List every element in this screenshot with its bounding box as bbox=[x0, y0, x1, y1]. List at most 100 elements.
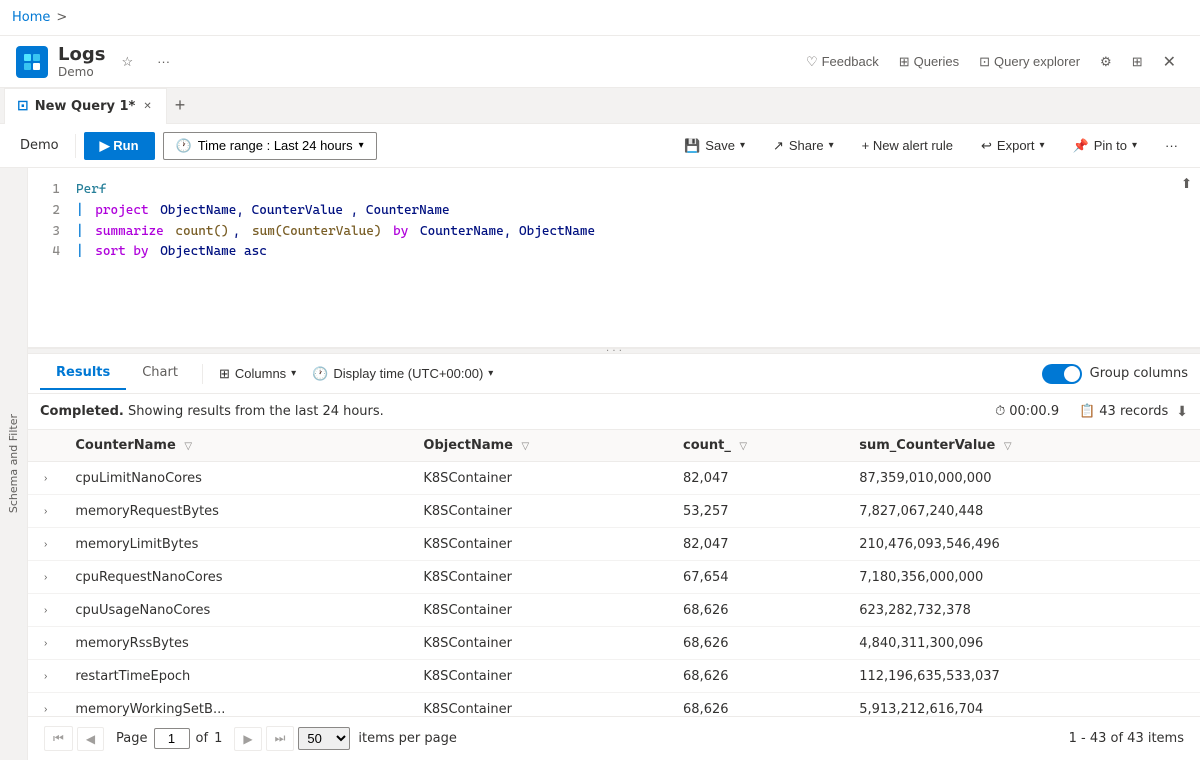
cell-sum-counter-value: 7,827,067,240,448 bbox=[847, 495, 1200, 528]
share-button[interactable]: ↗ Share ▾ bbox=[763, 133, 844, 159]
group-columns-label: Group columns bbox=[1090, 366, 1188, 381]
export-label: Export bbox=[997, 138, 1035, 153]
table-row: › memoryRequestBytes K8SContainer 53,257… bbox=[28, 495, 1200, 528]
per-page-select[interactable]: 50 100 200 bbox=[298, 727, 350, 750]
header-icons: ☆ ··· bbox=[113, 50, 178, 74]
expand-row-button[interactable]: › bbox=[40, 603, 51, 618]
tab-label: New Query 1* bbox=[35, 99, 136, 114]
status-time: ⏱ 00:00.9 bbox=[995, 404, 1059, 419]
new-alert-label: + New alert rule bbox=[862, 138, 953, 153]
queries-button[interactable]: ⊞ Queries bbox=[891, 50, 967, 74]
results-table: CounterName ▽ ObjectName ▽ count_ ▽ bbox=[28, 430, 1200, 716]
tab-chart[interactable]: Chart bbox=[126, 357, 194, 390]
tab-close-button[interactable]: ✕ bbox=[141, 99, 153, 114]
expand-row-button[interactable]: › bbox=[40, 537, 51, 552]
app-header: Logs Demo ☆ ··· ♡ Feedback ⊞ Queries ⊡ Q… bbox=[0, 36, 1200, 88]
export-button[interactable]: ↩ Export ▾ bbox=[971, 133, 1055, 159]
object-name-filter-icon[interactable]: ▽ bbox=[522, 441, 530, 452]
share-chevron-icon: ▾ bbox=[829, 140, 834, 151]
table-row: › memoryRssBytes K8SContainer 68,626 4,8… bbox=[28, 627, 1200, 660]
last-page-button[interactable]: ⏭ bbox=[266, 726, 295, 751]
expand-row-button[interactable]: › bbox=[40, 471, 51, 486]
add-tab-button[interactable]: + bbox=[167, 91, 194, 120]
cell-count: 82,047 bbox=[671, 528, 847, 561]
queries-icon: ⊞ bbox=[899, 54, 910, 70]
cell-sum-counter-value: 112,196,635,533,037 bbox=[847, 660, 1200, 693]
line-num-3: 3 bbox=[28, 222, 60, 243]
th-count: count_ ▽ bbox=[671, 430, 847, 462]
expand-results-button[interactable]: ⬇ bbox=[1176, 403, 1188, 420]
share-icon: ↗ bbox=[773, 138, 784, 154]
first-page-button[interactable]: ⏮ bbox=[44, 726, 73, 751]
query-explorer-label: Query explorer bbox=[994, 54, 1080, 69]
sum-filter-icon[interactable]: ▽ bbox=[1004, 441, 1012, 452]
cell-object-name: K8SContainer bbox=[411, 594, 671, 627]
group-columns-toggle[interactable] bbox=[1042, 364, 1082, 384]
query-explorer-icon: ⊡ bbox=[979, 54, 990, 70]
count-filter-icon[interactable]: ▽ bbox=[739, 441, 747, 452]
pin-to-button[interactable]: 📌 Pin to ▾ bbox=[1063, 133, 1147, 159]
columns-button[interactable]: ⊞ Columns ▾ bbox=[211, 362, 304, 386]
status-completed-text: Completed. bbox=[40, 404, 124, 419]
pin-icon: 📌 bbox=[1073, 138, 1089, 154]
app-title-area: Logs Demo bbox=[58, 44, 105, 80]
prev-page-button[interactable]: ◀ bbox=[77, 727, 104, 751]
cell-sum-counter-value: 623,282,732,378 bbox=[847, 594, 1200, 627]
cell-counter-name: memoryLimitBytes bbox=[63, 528, 411, 561]
expand-row-button[interactable]: › bbox=[40, 702, 51, 716]
toolbar-more-button[interactable]: ··· bbox=[1155, 133, 1188, 158]
next-page-button[interactable]: ▶ bbox=[234, 727, 261, 751]
cell-counter-name: memoryRequestBytes bbox=[63, 495, 411, 528]
run-button[interactable]: ▶ Run bbox=[84, 132, 155, 160]
of-value: 1 bbox=[214, 731, 222, 746]
results-area: Results Chart ⊞ Columns ▾ 🕐 Display time… bbox=[28, 354, 1200, 760]
close-button[interactable]: ✕ bbox=[1155, 48, 1184, 76]
counter-name-filter-icon[interactable]: ▽ bbox=[184, 441, 192, 452]
code-table-name: Perf bbox=[76, 180, 106, 201]
cell-sum-counter-value: 87,359,010,000,000 bbox=[847, 462, 1200, 495]
query-tab-1[interactable]: ⊡ New Query 1* ✕ bbox=[4, 88, 167, 124]
display-time-button[interactable]: 🕐 Display time (UTC+00:00) ▾ bbox=[304, 362, 501, 386]
new-alert-button[interactable]: + New alert rule bbox=[852, 133, 963, 158]
expand-row-button[interactable]: › bbox=[40, 669, 51, 684]
editor-content[interactable]: Perf | project ObjectName, CounterValue … bbox=[68, 168, 1200, 347]
app-logo bbox=[16, 46, 48, 78]
favorite-button[interactable]: ☆ bbox=[113, 50, 141, 74]
results-tabs: Results Chart ⊞ Columns ▾ 🕐 Display time… bbox=[28, 354, 1200, 394]
toolbar: Demo ▶ Run 🕐 Time range : Last 24 hours … bbox=[0, 124, 1200, 168]
table-row: › cpuUsageNanoCores K8SContainer 68,626 … bbox=[28, 594, 1200, 627]
code-line-3: | summarize count() , sum(CounterValue) … bbox=[76, 222, 1192, 243]
app-subtitle: Demo bbox=[58, 65, 105, 79]
cell-object-name: K8SContainer bbox=[411, 528, 671, 561]
cell-counter-name: cpuRequestNanoCores bbox=[63, 561, 411, 594]
tab-results[interactable]: Results bbox=[40, 357, 126, 390]
clock-icon: 🕐 bbox=[176, 138, 192, 154]
expand-row-button[interactable]: › bbox=[40, 636, 51, 651]
editor-collapse-button[interactable]: ⬆ bbox=[1181, 176, 1192, 192]
cell-counter-name: cpuLimitNanoCores bbox=[63, 462, 411, 495]
cell-counter-name: restartTimeEpoch bbox=[63, 660, 411, 693]
expand-row-button[interactable]: › bbox=[40, 570, 51, 585]
side-panel: Schema and Filter bbox=[0, 168, 28, 760]
total-info: 1 - 43 of 43 items bbox=[1069, 731, 1184, 746]
page-input[interactable] bbox=[154, 728, 190, 749]
app-title: Logs bbox=[58, 44, 105, 66]
cell-counter-name: memoryWorkingSetB... bbox=[63, 693, 411, 717]
main-area: Schema and Filter 1 2 3 4 Perf | project… bbox=[0, 168, 1200, 760]
cell-sum-counter-value: 5,913,212,616,704 bbox=[847, 693, 1200, 717]
code-line-1: Perf bbox=[76, 180, 1192, 201]
save-chevron-icon: ▾ bbox=[740, 140, 745, 151]
cell-sum-counter-value: 210,476,093,546,496 bbox=[847, 528, 1200, 561]
layout-toggle-button[interactable]: ⊞ bbox=[1124, 50, 1151, 74]
th-sum-counter-value: sum_CounterValue ▽ bbox=[847, 430, 1200, 462]
more-options-button[interactable]: ··· bbox=[149, 50, 178, 73]
cell-object-name: K8SContainer bbox=[411, 627, 671, 660]
time-range-button[interactable]: 🕐 Time range : Last 24 hours ▾ bbox=[163, 132, 377, 160]
expand-row-button[interactable]: › bbox=[40, 504, 51, 519]
feedback-button[interactable]: ♡ Feedback bbox=[798, 50, 887, 74]
save-button[interactable]: 💾 Save ▾ bbox=[674, 133, 755, 159]
home-link[interactable]: Home bbox=[12, 10, 50, 25]
table-row: › memoryWorkingSetB... K8SContainer 68,6… bbox=[28, 693, 1200, 717]
query-explorer-button[interactable]: ⊡ Query explorer bbox=[971, 50, 1088, 74]
settings-button[interactable]: ⚙ bbox=[1092, 50, 1120, 74]
